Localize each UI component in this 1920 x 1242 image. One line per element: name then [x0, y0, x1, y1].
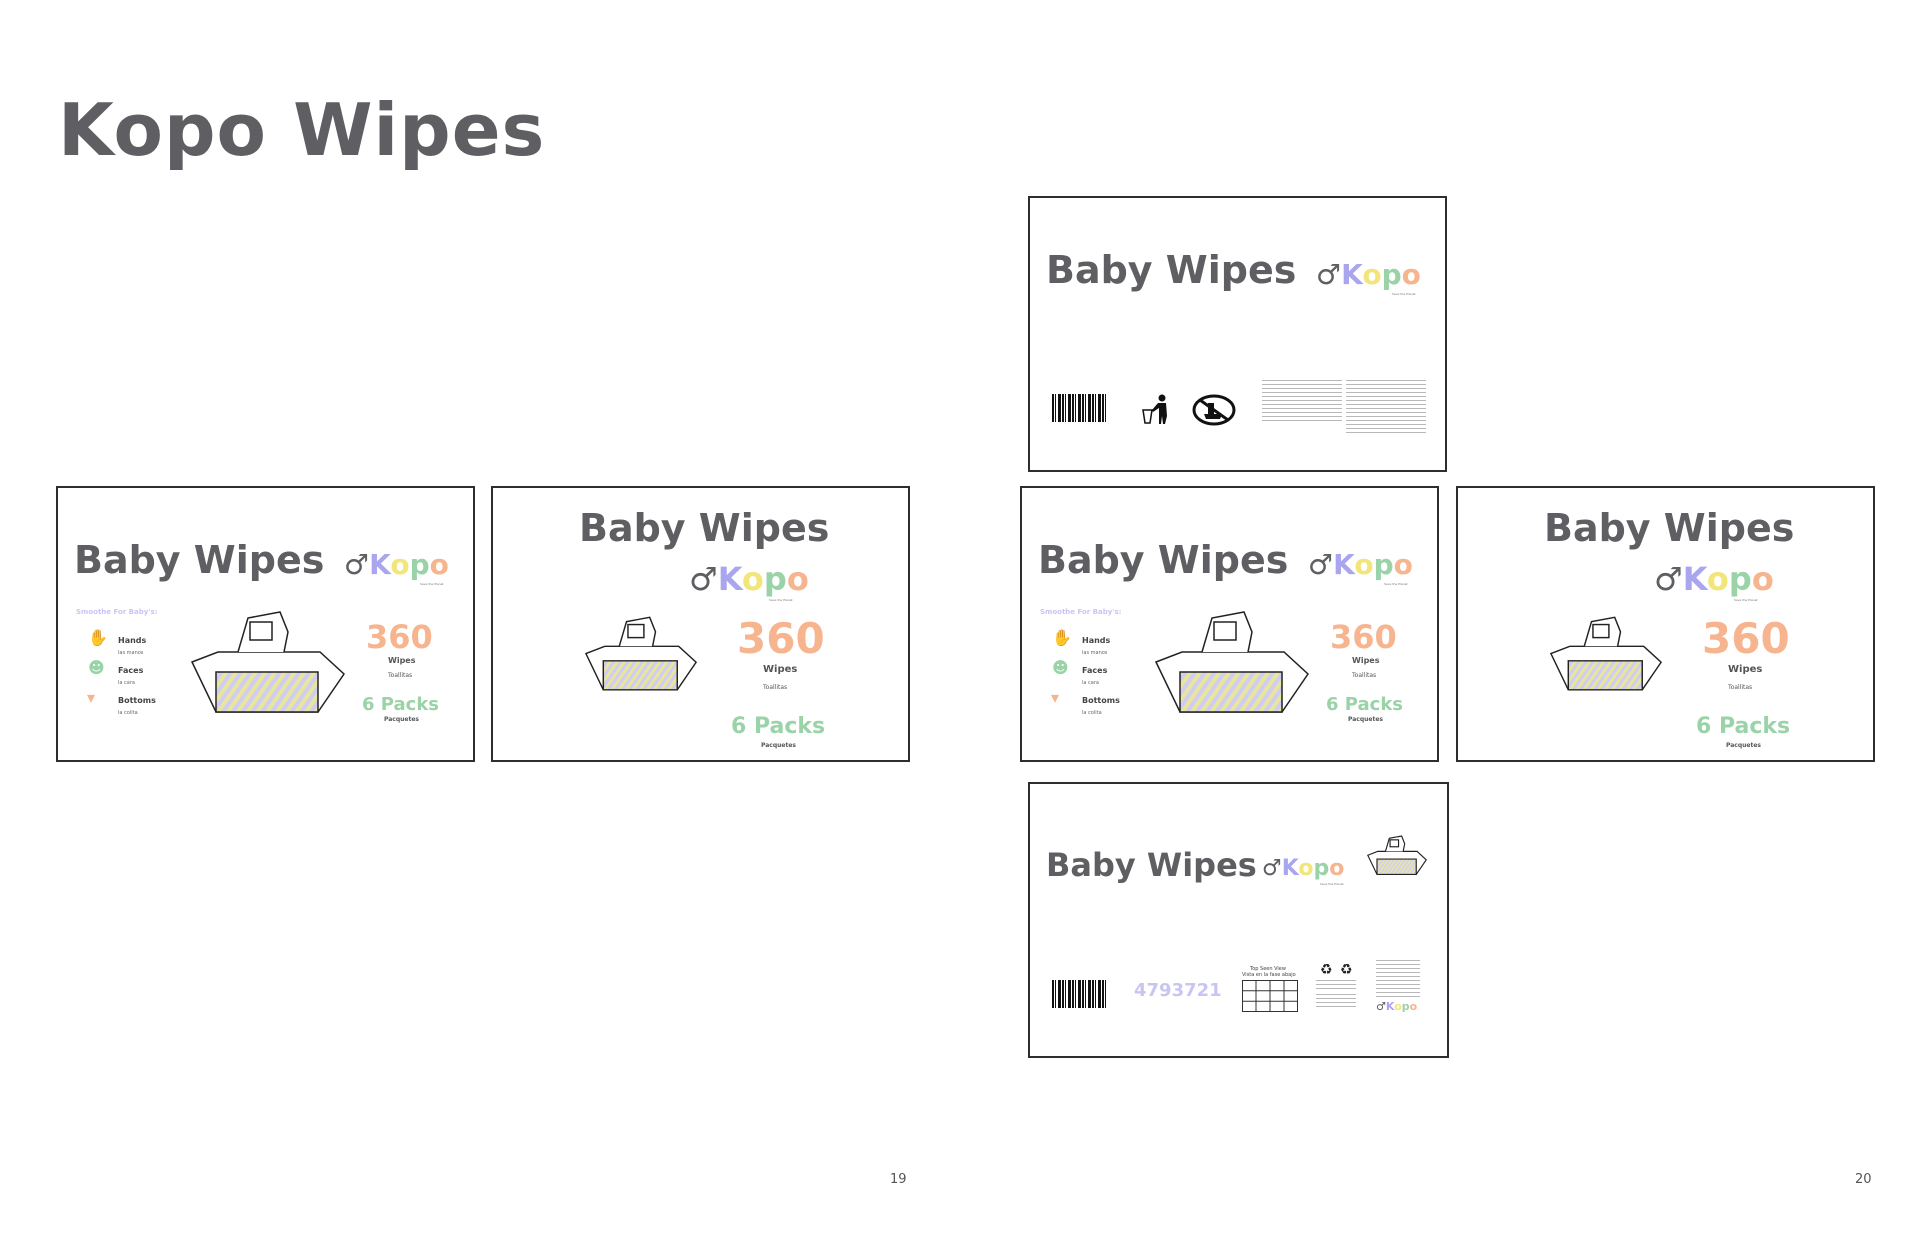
feature-label: Faces: [1082, 666, 1108, 675]
page-number-right: 20: [1855, 1172, 1872, 1187]
hand-icon: ✋: [1052, 628, 1072, 647]
wipe-count-label-es: Toallitas: [1728, 684, 1753, 691]
wipe-count-label: Wipes: [763, 664, 798, 675]
pack-count-es: Pacquetes: [1348, 716, 1383, 723]
feature-label-es: las manos: [1082, 650, 1108, 656]
logo-tagline: Save the Planet: [769, 598, 793, 602]
kopo-ring-icon: ♂: [1316, 258, 1342, 291]
page-title: Kopo Wipes: [58, 88, 546, 172]
diaper-icon: ▾: [87, 688, 96, 707]
pack-count-es: Pacquetes: [761, 742, 796, 749]
wipe-count-label-es: Toallitas: [388, 672, 413, 679]
wipe-count: 360: [1702, 614, 1790, 663]
wipe-count-label: Wipes: [388, 656, 416, 665]
wipe-count: 360: [1330, 618, 1397, 656]
feature-label: Bottoms: [118, 696, 156, 705]
smiley-face-icon: ☻: [1052, 658, 1069, 677]
kopo-logo: ♂Kopo: [689, 560, 809, 598]
product-name: Baby Wipes: [1046, 846, 1257, 884]
logo-tagline: Save the Planet: [420, 582, 444, 586]
features-heading: Smoothe For Baby's:: [1040, 608, 1122, 616]
feature-label: Faces: [118, 666, 144, 675]
feature-label-es: la cara: [1082, 680, 1099, 686]
legal-text-block: [1316, 994, 1356, 1008]
feature-label-es: las manos: [118, 650, 144, 656]
package-panel-bottom: Baby Wipes ♂Kopo Save the Planet 4793721…: [1028, 782, 1449, 1058]
wipe-count-label: Wipes: [1352, 656, 1380, 665]
trash-disposal-icon: [1142, 394, 1167, 424]
product-name: Baby Wipes: [1046, 248, 1297, 292]
pack-count: 6 Packs: [1696, 714, 1791, 739]
logo-tagline: Save the Planet: [1392, 292, 1416, 296]
feature-label-es: la cara: [118, 680, 135, 686]
kopo-ring-icon: ♂: [1654, 560, 1683, 598]
feature-label-es: la colita: [1082, 710, 1102, 716]
feature-label-es: la colita: [118, 710, 138, 716]
wipes-package-icon: [1154, 611, 1309, 713]
package-panel-top: Baby Wipes ♂Kopo Save the Planet: [1028, 196, 1447, 472]
product-name: Baby Wipes: [1544, 506, 1795, 550]
no-flush-icon: [1192, 394, 1236, 426]
kopo-ring-icon: ♂: [1308, 548, 1334, 581]
page-number-left: 19: [890, 1172, 907, 1187]
wipes-package-icon: [1549, 616, 1663, 691]
legal-text-block: [1316, 980, 1356, 990]
pack-count-es: Pacquetes: [1726, 742, 1761, 749]
wipes-package-icon: [190, 611, 345, 713]
kopo-ring-icon: ♂: [1262, 856, 1282, 881]
recycle-icon: ♻: [1340, 962, 1353, 978]
top-view-grid: [1242, 980, 1298, 1012]
kopo-logo: ♂Kopo: [1308, 548, 1413, 581]
pack-count: 6 Packs: [731, 714, 826, 739]
top-view-title-es: Vista en la fase abajo: [1242, 972, 1296, 978]
wipe-count: 360: [737, 614, 825, 663]
legal-text-block: [1262, 380, 1342, 424]
kopo-logo: ♂Kopo: [1262, 856, 1345, 881]
upc-number: 4793721: [1134, 980, 1222, 1001]
recycle-icon: ♻: [1320, 962, 1333, 978]
kopo-logo: ♂Kopo: [1316, 258, 1421, 291]
feature-label: Bottoms: [1082, 696, 1120, 705]
wipes-package-icon: [1366, 835, 1427, 876]
kopo-ring-icon: ♂: [1376, 1000, 1386, 1013]
barcode-icon: [1052, 394, 1108, 422]
pack-count: 6 Packs: [1326, 694, 1404, 715]
kopo-logo: ♂Kopo: [1654, 560, 1774, 598]
wipe-count-label-es: Toallitas: [763, 684, 788, 691]
kopo-ring-icon: ♂: [344, 548, 370, 581]
barcode-icon: [1052, 980, 1108, 1008]
pack-count-es: Pacquetes: [384, 716, 419, 723]
legal-text-block: [1376, 960, 1420, 1000]
wipe-count-label: Wipes: [1728, 664, 1763, 675]
logo-tagline: Save the Planet: [1734, 598, 1758, 602]
feature-label: Hands: [1082, 636, 1111, 645]
product-name: Baby Wipes: [579, 506, 830, 550]
pack-count: 6 Packs: [362, 694, 440, 715]
kopo-logo: ♂Kopo: [1376, 1000, 1418, 1013]
diaper-icon: ▾: [1051, 688, 1060, 707]
hand-icon: ✋: [88, 628, 108, 647]
package-panel-front-left: Baby Wipes ♂Kopo Save the Planet 360 Wip…: [491, 486, 910, 762]
package-panel-front-right: Baby Wipes ♂Kopo Save the Planet 360 Wip…: [1456, 486, 1875, 762]
wipe-count-label-es: Toallitas: [1352, 672, 1377, 679]
features-heading: Smoothe For Baby's:: [76, 608, 158, 616]
product-name: Baby Wipes: [1038, 538, 1289, 582]
package-panel-side-left: Baby Wipes ♂Kopo Save the Planet Smoothe…: [56, 486, 475, 762]
smiley-face-icon: ☻: [88, 658, 105, 677]
kopo-ring-icon: ♂: [689, 560, 718, 598]
logo-tagline: Save the Planet: [1320, 882, 1344, 886]
package-panel-side-right: Baby Wipes ♂Kopo Save the Planet Smoothe…: [1020, 486, 1439, 762]
kopo-logo: ♂Kopo: [344, 548, 449, 581]
wipes-package-icon: [584, 616, 698, 691]
logo-tagline: Save the Planet: [1384, 582, 1408, 586]
feature-label: Hands: [118, 636, 147, 645]
wipe-count: 360: [366, 618, 433, 656]
product-name: Baby Wipes: [74, 538, 325, 582]
legal-text-block: [1346, 380, 1426, 436]
